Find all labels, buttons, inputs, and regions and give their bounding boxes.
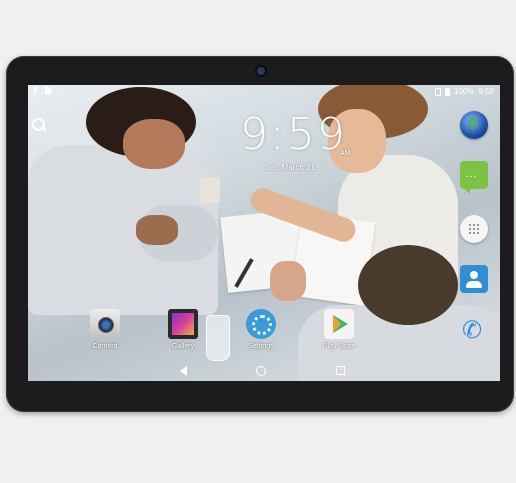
app-label: Settings — [248, 343, 274, 350]
app-gallery[interactable]: Gallery — [156, 309, 210, 350]
app-settings[interactable]: Settings — [234, 309, 288, 350]
gallery-icon — [168, 309, 198, 339]
wallpaper-shape — [123, 119, 185, 169]
app-label: Play Store — [322, 343, 356, 350]
clock-date: Sat, March 31 — [265, 163, 315, 172]
clock-ampm: AM — [340, 150, 351, 157]
status-bar[interactable]: 100% 9:59 — [28, 85, 500, 99]
play-store-icon — [324, 309, 354, 339]
app-drawer-icon[interactable] — [460, 215, 488, 243]
search-icon[interactable] — [31, 117, 47, 133]
app-label: Gallery — [171, 343, 195, 350]
app-label: Camera — [92, 343, 118, 350]
wallpaper-shape — [136, 215, 178, 245]
recents-icon[interactable] — [336, 366, 345, 375]
status-time: 9:59 — [478, 87, 494, 96]
home-screen: 100% 9:59 9:59 AM Sat, March 31 ... ✆ Ca… — [28, 85, 500, 381]
vibrate-icon — [434, 87, 441, 96]
back-icon[interactable] — [180, 366, 187, 376]
tablet-device: 100% 9:59 9:59 AM Sat, March 31 ... ✆ Ca… — [6, 56, 514, 412]
front-camera — [257, 67, 265, 75]
wallpaper-shape — [358, 245, 458, 325]
clock-time[interactable]: 9:59 — [240, 111, 345, 159]
phone-icon[interactable]: ✆ — [460, 317, 488, 345]
wallpaper-shape — [270, 261, 306, 301]
gear-icon — [246, 309, 276, 339]
app-camera[interactable]: Camera — [78, 309, 132, 350]
app-play-store[interactable]: Play Store — [312, 309, 366, 350]
battery-percent: 100% — [453, 87, 475, 96]
messaging-icon[interactable]: ... — [460, 161, 488, 194]
camera-icon — [90, 309, 120, 339]
wallpaper-shape — [200, 177, 220, 203]
home-icon[interactable] — [256, 366, 266, 376]
navigation-bar — [28, 361, 500, 381]
contacts-icon[interactable] — [460, 265, 488, 293]
battery-icon — [444, 87, 450, 96]
sd-card-icon — [45, 87, 51, 95]
usb-icon — [33, 86, 41, 95]
browser-globe-icon[interactable] — [460, 111, 488, 139]
